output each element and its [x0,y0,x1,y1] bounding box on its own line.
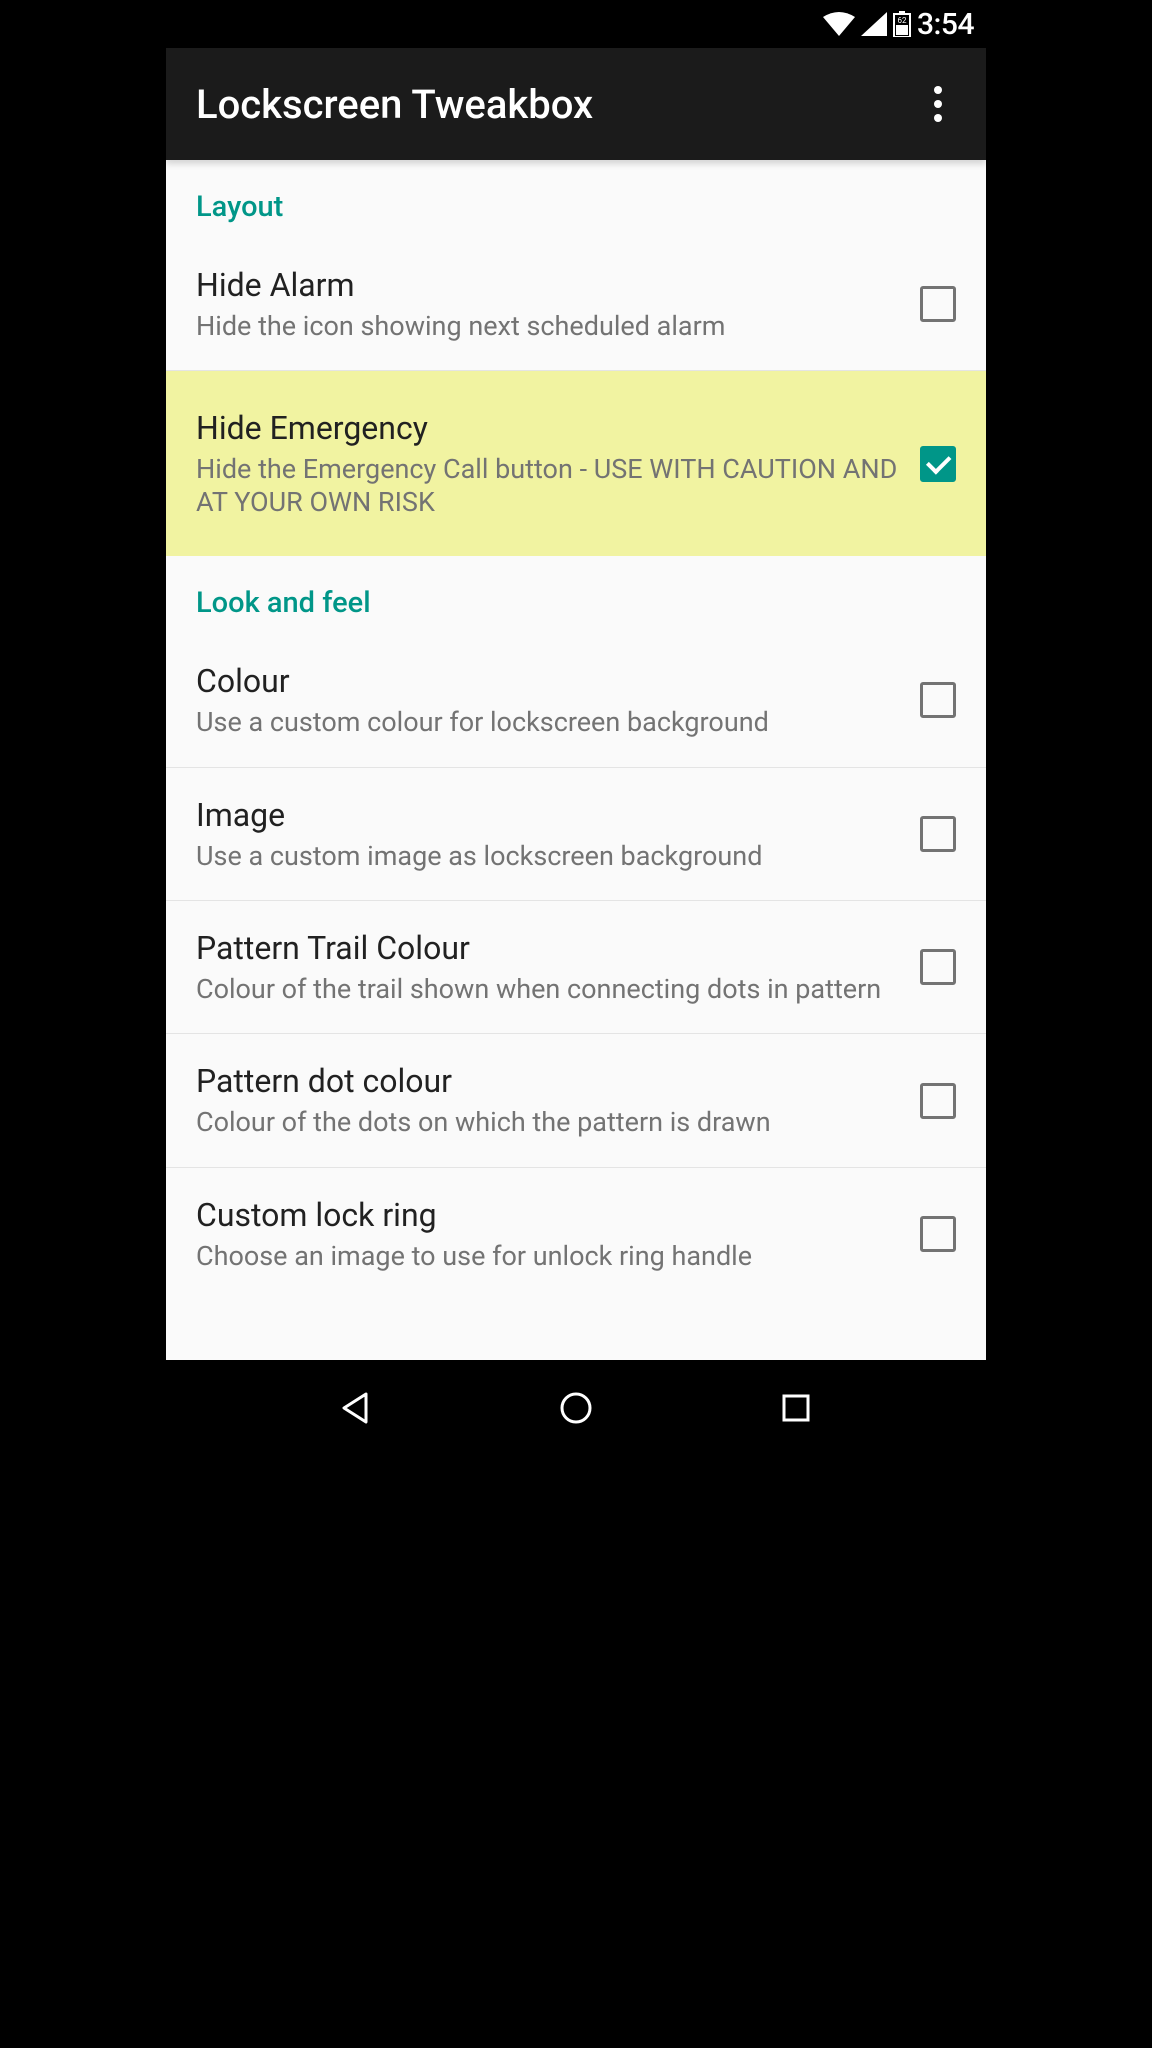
navigation-bar [166,1360,986,1456]
checkbox[interactable] [920,446,956,482]
setting-hide-alarm[interactable]: Hide Alarm Hide the icon showing next sc… [166,238,986,371]
setting-colour[interactable]: Colour Use a custom colour for lockscree… [166,634,986,767]
section-header-layout: Layout [166,160,986,238]
setting-hide-emergency[interactable]: Hide Emergency Hide the Emergency Call b… [166,371,986,556]
setting-title: Custom lock ring [196,1196,900,1234]
recents-button[interactable] [766,1378,826,1438]
home-button[interactable] [546,1378,606,1438]
checkbox[interactable] [920,949,956,985]
signal-icon [861,12,887,36]
recents-icon [781,1393,811,1423]
checkbox[interactable] [920,1216,956,1252]
status-bar: 62 3:54 [166,0,986,48]
checkbox[interactable] [920,286,956,322]
setting-desc: Colour of the trail shown when connectin… [196,973,900,1005]
setting-title: Colour [196,662,900,700]
home-icon [558,1390,594,1426]
back-icon [338,1390,374,1426]
setting-title: Hide Alarm [196,266,900,304]
overflow-menu-button[interactable] [914,80,962,128]
setting-desc: Choose an image to use for unlock ring h… [196,1240,900,1272]
setting-title: Pattern Trail Colour [196,929,900,967]
settings-list[interactable]: Layout Hide Alarm Hide the icon showing … [166,160,986,1360]
checkbox[interactable] [920,816,956,852]
back-button[interactable] [326,1378,386,1438]
battery-icon: 62 [893,11,911,37]
setting-desc: Hide the icon showing next scheduled ala… [196,310,900,342]
status-clock: 3:54 [917,7,974,42]
setting-desc: Hide the Emergency Call button - USE WIT… [196,453,900,518]
checkbox[interactable] [920,682,956,718]
setting-title: Pattern dot colour [196,1062,900,1100]
app-bar: Lockscreen Tweakbox [166,48,986,160]
setting-title: Hide Emergency [196,409,900,447]
setting-custom-lock-ring[interactable]: Custom lock ring Choose an image to use … [166,1168,986,1300]
svg-text:62: 62 [897,16,906,25]
setting-desc: Colour of the dots on which the pattern … [196,1106,900,1138]
app-title: Lockscreen Tweakbox [196,81,593,128]
setting-desc: Use a custom image as lockscreen backgro… [196,840,900,872]
wifi-icon [823,12,855,36]
setting-image[interactable]: Image Use a custom image as lockscreen b… [166,768,986,901]
setting-desc: Use a custom colour for lockscreen backg… [196,706,900,738]
more-vert-icon [934,86,942,122]
setting-pattern-trail-colour[interactable]: Pattern Trail Colour Colour of the trail… [166,901,986,1034]
section-header-lookandfeel: Look and feel [166,556,986,634]
setting-pattern-dot-colour[interactable]: Pattern dot colour Colour of the dots on… [166,1034,986,1167]
setting-title: Image [196,796,900,834]
phone-frame: 62 3:54 Lockscreen Tweakbox Layout Hide … [166,0,986,1456]
checkbox[interactable] [920,1083,956,1119]
